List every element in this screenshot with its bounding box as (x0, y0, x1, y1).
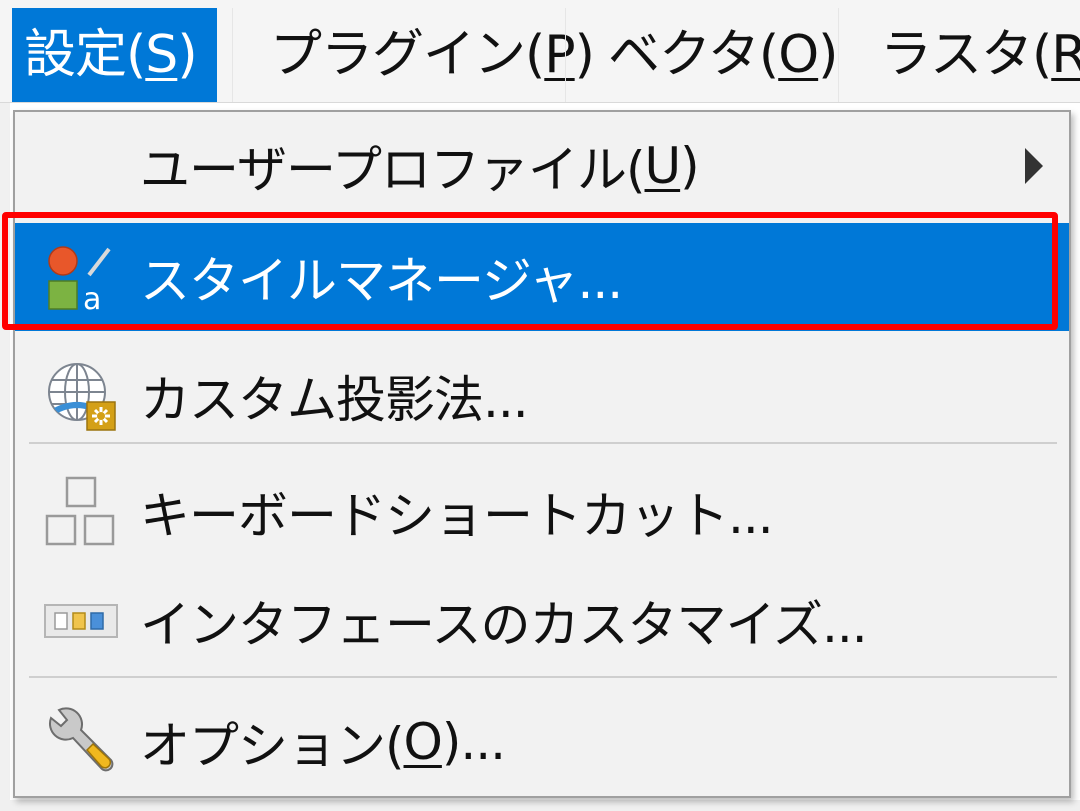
menu-item-keyboard-shortcuts[interactable]: キーボードショートカット... (15, 458, 1069, 566)
menu-settings-label-end: ) (177, 25, 197, 85)
menu-item-user-profiles[interactable]: ユーザープロファイル(U) (15, 112, 1069, 220)
menu-plugins[interactable]: プラグイン(P) (270, 8, 595, 102)
menu-settings[interactable]: 設定(S) (12, 8, 217, 102)
menu-item-text-end: )... (441, 713, 506, 771)
menu-raster-accelerator: R (1051, 25, 1080, 85)
menu-plugins-label: プラグイン( (270, 25, 545, 85)
menu-item-text: カスタム投影法... (140, 371, 529, 429)
menu-item-text: スタイルマネージャ... (140, 252, 623, 310)
menu-item-custom-projection[interactable]: カスタム投影法... (15, 342, 1069, 450)
menu-item-text: インタフェースのカスタマイズ... (140, 596, 868, 654)
menu-raster[interactable]: ラスタ(R) (880, 8, 1080, 102)
menu-item-label: カスタム投影法... (140, 342, 529, 450)
menu-vector-accelerator: O (778, 25, 819, 85)
background-panel (0, 103, 10, 811)
style-manager-icon: a (43, 239, 119, 317)
menu-item-label: ユーザープロファイル(U) (140, 112, 700, 220)
menu-vector-label: ベクタ( (608, 25, 779, 85)
background-panel (0, 800, 1080, 811)
menu-plugins-label-end: ) (574, 25, 595, 85)
menu-item-accelerator: U (644, 137, 682, 195)
menu-item-label: オプション(O)... (140, 688, 506, 796)
menubar-divider (232, 8, 233, 102)
menubar-divider (565, 8, 566, 102)
menu-bar: 設定(S) プラグイン(P) ベクタ(O) ラスタ(R) (0, 0, 1080, 103)
menu-vector-label-end: ) (818, 25, 838, 85)
menu-settings-label: 設定( (24, 25, 146, 85)
menu-item-style-manager[interactable]: a スタイルマネージャ... (15, 223, 1069, 331)
menubar-divider (838, 8, 839, 102)
svg-text:a: a (83, 282, 101, 315)
menu-separator (29, 442, 1057, 444)
menu-item-accelerator: O (403, 713, 443, 771)
menu-vector[interactable]: ベクタ(O) (608, 8, 838, 102)
menu-item-label: キーボードショートカット... (140, 458, 774, 566)
menu-item-text: ユーザープロファイル( (140, 141, 646, 199)
menu-item-interface-customization[interactable]: インタフェースのカスタマイズ... (15, 567, 1069, 675)
menu-raster-label: ラスタ( (880, 25, 1052, 85)
menu-settings-accelerator: S (145, 25, 178, 85)
submenu-arrow-icon (1025, 148, 1043, 184)
menu-item-options[interactable]: オプション(O)... (15, 688, 1069, 796)
menu-item-text-end: ) (680, 137, 699, 195)
settings-dropdown-menu: ユーザープロファイル(U) a スタイルマネージャ... カスタム投影法...… (13, 110, 1071, 798)
menu-item-label: インタフェースのカスタマイズ... (140, 567, 868, 675)
interface-customization-icon (43, 583, 119, 659)
wrench-icon (43, 704, 119, 780)
menu-plugins-accelerator: P (544, 25, 575, 85)
menu-item-text: オプション( (140, 717, 405, 775)
keyboard-shortcuts-icon (43, 474, 119, 550)
menu-separator (29, 676, 1057, 678)
menu-item-label: スタイルマネージャ... (140, 223, 623, 331)
menu-item-text: キーボードショートカット... (140, 487, 774, 545)
custom-projection-icon (43, 358, 119, 434)
